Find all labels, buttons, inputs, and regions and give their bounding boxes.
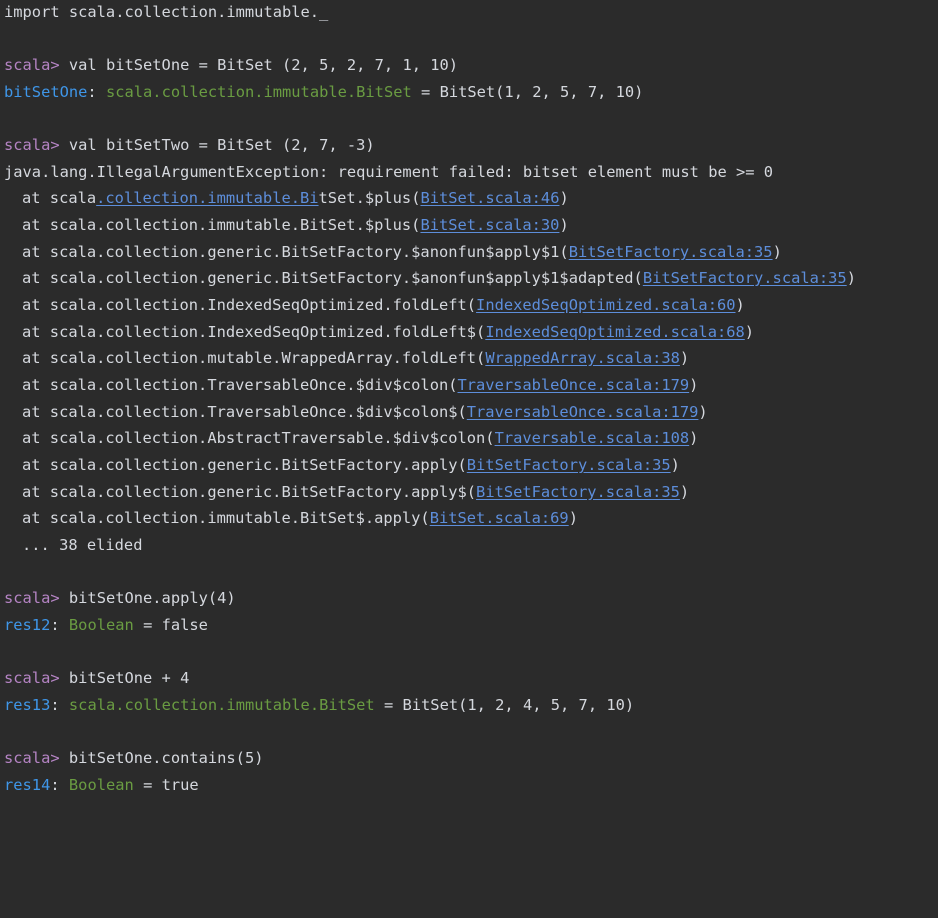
- stack-frame-text: at scala.collection.mutable.WrappedArray…: [22, 349, 486, 367]
- result-line-4: res14: Boolean = true: [4, 774, 199, 796]
- stack-frame: at scala.collection.immutable.BitSet.$pl…: [22, 214, 569, 236]
- command-line-2: scala> val bitSetTwo = BitSet (2, 7, -3): [4, 134, 375, 156]
- stack-frame-text: at scala.collection.immutable.BitSet.$pl…: [22, 216, 421, 234]
- stack-frame-text: at scala: [22, 189, 97, 207]
- stack-frame: at scala.collection.IndexedSeqOptimized.…: [22, 294, 745, 316]
- stack-frame-file-link[interactable]: BitSetFactory.scala:35: [467, 456, 671, 474]
- stack-frame-file-link[interactable]: IndexedSeqOptimized.scala:68: [485, 323, 744, 341]
- result-name: res14: [4, 776, 51, 794]
- stack-frame-text: at scala.collection.IndexedSeqOptimized.…: [22, 296, 477, 314]
- command-text: bitSetOne.apply(4): [68, 589, 236, 607]
- stack-frame-close: ): [689, 376, 699, 394]
- stack-frame: at scala.collection.AbstractTraversable.…: [22, 427, 698, 449]
- stack-frame-close: ): [670, 456, 680, 474]
- command-line-3: scala> bitSetOne.apply(4): [4, 587, 236, 609]
- stack-frame-text: at scala.collection.immutable.BitSet$.ap…: [22, 509, 430, 527]
- stack-frame-class-link[interactable]: .collection.immutable.Bi: [96, 189, 318, 207]
- stack-frame: at scala.collection.generic.BitSetFactor…: [22, 481, 689, 503]
- stack-frame-file-link[interactable]: BitSet.scala:46: [420, 189, 559, 207]
- result-name: bitSetOne: [4, 83, 88, 101]
- command-text: val bitSetTwo = BitSet (2, 7, -3): [68, 136, 375, 154]
- result-colon: :: [87, 83, 97, 101]
- stack-frame-file-link[interactable]: WrappedArray.scala:38: [485, 349, 680, 367]
- result-type: Boolean: [68, 616, 134, 634]
- result-value: = BitSet(1, 2, 4, 5, 7, 10): [383, 696, 635, 714]
- stack-frame-close: ): [679, 349, 690, 367]
- stack-frame-text: at scala.collection.generic.BitSetFactor…: [22, 456, 467, 474]
- stack-frame: at scala.collection.generic.BitSetFactor…: [22, 241, 782, 263]
- stack-frame-text: at scala.collection.AbstractTraversable.…: [22, 429, 495, 447]
- stack-frame-close: ): [689, 429, 699, 447]
- stack-frame-text: at scala.collection.TraversableOnce.$div…: [22, 376, 458, 394]
- elided-text: ... 38 elided: [22, 536, 143, 554]
- stack-frame: at scala.collection.generic.BitSetFactor…: [22, 267, 856, 289]
- result-colon: :: [50, 776, 60, 794]
- stack-frame: at scala.collection.immutable.BitSet.$pl…: [22, 187, 569, 209]
- stack-frame-text: at scala.collection.generic.BitSetFactor…: [22, 269, 643, 287]
- stack-frame-text: at scala.collection.generic.BitSetFactor…: [22, 483, 477, 501]
- stack-frame: at scala.collection.generic.BitSetFactor…: [22, 454, 680, 476]
- stack-frame-close: ): [846, 269, 856, 287]
- command-line-1: scala> val bitSetOne = BitSet (2, 5, 2, …: [4, 54, 458, 76]
- result-name: res12: [4, 616, 51, 634]
- stack-frame-text: at scala.collection.TraversableOnce.$div…: [22, 403, 467, 421]
- repl-prompt: scala>: [4, 56, 60, 74]
- stack-frame-close: ): [772, 243, 782, 261]
- stack-frame-file-link[interactable]: BitSet.scala:69: [430, 509, 569, 527]
- result-line-2: res12: Boolean = false: [4, 614, 208, 636]
- elided-frames: ... 38 elided: [22, 534, 142, 556]
- stack-frame-text: tSet.$plus(: [318, 189, 421, 207]
- stack-frame-close: ): [568, 509, 578, 527]
- stack-frame-file-link[interactable]: BitSet.scala:30: [420, 216, 559, 234]
- result-type: Boolean: [68, 776, 134, 794]
- stack-frame-file-link[interactable]: TraversableOnce.scala:179: [467, 403, 699, 421]
- import-line: import scala.collection.immutable._: [4, 1, 328, 23]
- result-colon: :: [50, 696, 60, 714]
- repl-prompt: scala>: [4, 749, 60, 767]
- stack-frame-close: ): [735, 296, 745, 314]
- command-text: bitSetOne.contains(5): [68, 749, 264, 767]
- stack-frame-file-link[interactable]: BitSetFactory.scala:35: [643, 269, 847, 287]
- result-type: scala.collection.immutable.BitSet: [105, 83, 412, 101]
- stack-frame-text: at scala.collection.generic.BitSetFactor…: [22, 243, 569, 261]
- stack-frame-close: ): [679, 483, 690, 501]
- command-line-4: scala> bitSetOne + 4: [4, 667, 189, 689]
- result-line-1: bitSetOne: scala.collection.immutable.Bi…: [4, 81, 643, 103]
- stack-frame-file-link[interactable]: IndexedSeqOptimized.scala:60: [476, 296, 735, 314]
- exception-message: java.lang.IllegalArgumentException: requ…: [4, 161, 773, 183]
- stack-frame-file-link[interactable]: TraversableOnce.scala:179: [458, 376, 690, 394]
- scala-repl-console[interactable]: import scala.collection.immutable._ scal…: [0, 0, 938, 800]
- result-line-3: res13: scala.collection.immutable.BitSet…: [4, 694, 634, 716]
- stack-frame-file-link[interactable]: Traversable.scala:108: [495, 429, 690, 447]
- import-text: import scala.collection.immutable._: [4, 3, 329, 21]
- command-text: val bitSetOne = BitSet (2, 5, 2, 7, 1, 1…: [68, 56, 459, 74]
- stack-frame: at scala.collection.IndexedSeqOptimized.…: [22, 321, 754, 343]
- stack-frame-file-link[interactable]: BitSetFactory.scala:35: [476, 483, 680, 501]
- result-value: = BitSet(1, 2, 5, 7, 10): [421, 83, 644, 101]
- result-value: = true: [143, 776, 199, 794]
- result-name: res13: [4, 696, 51, 714]
- repl-prompt: scala>: [4, 589, 60, 607]
- result-type: scala.collection.immutable.BitSet: [68, 696, 375, 714]
- stack-frame-close: ): [559, 189, 569, 207]
- stack-frame: at scala.collection.immutable.BitSet$.ap…: [22, 507, 578, 529]
- command-text: bitSetOne + 4: [68, 669, 190, 687]
- stack-frame-file-link[interactable]: BitSetFactory.scala:35: [569, 243, 773, 261]
- stack-frame-close: ): [744, 323, 755, 341]
- result-value: = false: [143, 616, 208, 634]
- repl-prompt: scala>: [4, 669, 60, 687]
- stack-frame: at scala.collection.TraversableOnce.$div…: [22, 401, 708, 423]
- exception-text: java.lang.IllegalArgumentException: requ…: [4, 163, 774, 181]
- repl-prompt: scala>: [4, 136, 60, 154]
- stack-frame-text: at scala.collection.IndexedSeqOptimized.…: [22, 323, 486, 341]
- stack-frame-close: ): [559, 216, 569, 234]
- stack-frame-close: ): [698, 403, 708, 421]
- result-colon: :: [50, 616, 60, 634]
- stack-frame: at scala.collection.TraversableOnce.$div…: [22, 374, 698, 396]
- stack-frame: at scala.collection.mutable.WrappedArray…: [22, 347, 689, 369]
- command-line-5: scala> bitSetOne.contains(5): [4, 747, 263, 769]
